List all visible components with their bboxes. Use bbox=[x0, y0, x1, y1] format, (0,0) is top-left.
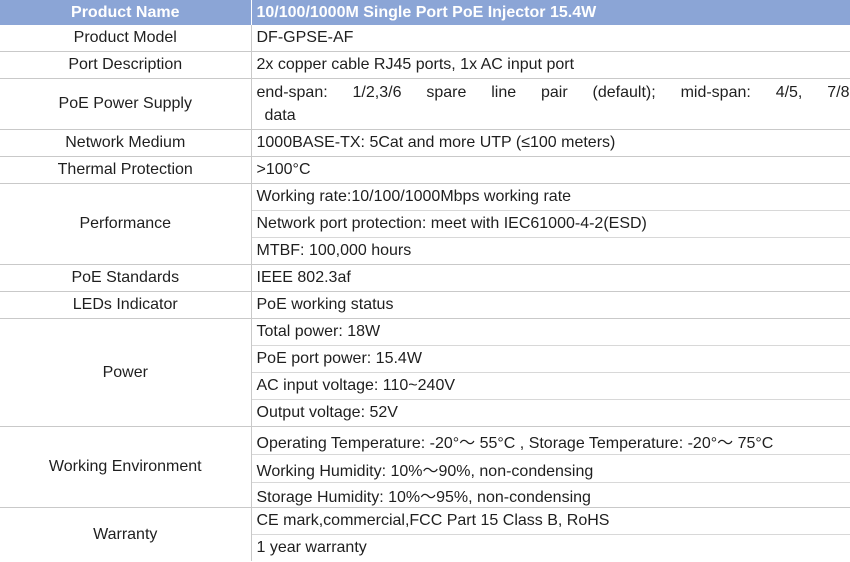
row-label-leds: LEDs Indicator bbox=[0, 291, 252, 319]
header-product-title: 10/100/1000M Single Port PoE Injector 15… bbox=[251, 0, 850, 25]
spec-table: Product Name 10/100/1000M Single Port Po… bbox=[0, 0, 850, 561]
row-value-power-4: Output voltage: 52V bbox=[251, 399, 850, 427]
table-row: Port Description 2x copper cable RJ45 po… bbox=[0, 51, 850, 79]
row-value-power-2: PoE port power: 15.4W bbox=[251, 345, 850, 373]
header-row: Product Name 10/100/1000M Single Port Po… bbox=[0, 0, 850, 25]
row-value-power-1: Total power: 18W bbox=[251, 318, 850, 346]
table-row: PoE Power Supply end-span: 1/2,3/6 spare… bbox=[0, 78, 850, 130]
row-label-ports: Port Description bbox=[0, 51, 252, 79]
row-value-medium: 1000BASE-TX: 5Cat and more UTP (≤100 met… bbox=[251, 129, 850, 157]
row-value-ports: 2x copper cable RJ45 ports, 1x AC input … bbox=[251, 51, 850, 79]
table-row: Warranty CE mark,commercial,FCC Part 15 … bbox=[0, 507, 850, 561]
table-row: Thermal Protection >100°C bbox=[0, 156, 850, 184]
poe-supply-line2: data bbox=[264, 107, 296, 124]
row-value-performance-1: Working rate:10/100/1000Mbps working rat… bbox=[251, 183, 850, 211]
row-label-environment: Working Environment bbox=[0, 426, 252, 508]
table-row: Network Medium 1000BASE-TX: 5Cat and mor… bbox=[0, 129, 850, 157]
row-label-model: Product Model bbox=[0, 25, 252, 52]
row-value-warranty-1: CE mark,commercial,FCC Part 15 Class B, … bbox=[251, 507, 850, 535]
table-row: Working Environment Operating Temperatur… bbox=[0, 426, 850, 508]
header-product-name: Product Name bbox=[0, 0, 252, 25]
row-value-environment-1: Operating Temperature: -20°～ 55°C , Stor… bbox=[251, 426, 850, 455]
table-row: Product Model DF-GPSE-AF bbox=[0, 25, 850, 52]
row-value-performance-3: MTBF: 100,000 hours bbox=[251, 237, 850, 265]
row-value-power-3: AC input voltage: 110~240V bbox=[251, 372, 850, 400]
table-row: Performance Working rate:10/100/1000Mbps… bbox=[0, 183, 850, 265]
row-value-thermal: >100°C bbox=[251, 156, 850, 184]
row-label-power: Power bbox=[0, 318, 252, 427]
row-label-standards: PoE Standards bbox=[0, 264, 252, 292]
row-value-environment-2: Working Humidity: 10%～90%, non-condensin… bbox=[251, 454, 850, 483]
poe-supply-line1: end-span: 1/2,3/6 spare line pair (defau… bbox=[256, 84, 850, 101]
row-value-warranty-2: 1 year warranty bbox=[256, 539, 367, 556]
row-value-environment-3: Storage Humidity: 10%～95%, non-condensin… bbox=[251, 482, 850, 508]
row-label-warranty: Warranty bbox=[0, 507, 252, 561]
table-row: Power Total power: 18W bbox=[0, 318, 850, 427]
row-label-medium: Network Medium bbox=[0, 129, 252, 157]
table-row: PoE Standards IEEE 802.3af bbox=[0, 264, 850, 292]
row-value-leds: PoE working status bbox=[251, 291, 850, 319]
row-label-poe-supply: PoE Power Supply bbox=[0, 78, 252, 130]
row-value-poe-supply: end-span: 1/2,3/6 spare line pair (defau… bbox=[251, 78, 850, 130]
row-label-performance: Performance bbox=[0, 183, 252, 265]
row-value-model: DF-GPSE-AF bbox=[251, 25, 850, 52]
table-row: LEDs Indicator PoE working status bbox=[0, 291, 850, 319]
row-label-thermal: Thermal Protection bbox=[0, 156, 252, 184]
row-value-performance-2: Network port protection: meet with IEC61… bbox=[251, 210, 850, 238]
row-value-standards: IEEE 802.3af bbox=[251, 264, 850, 292]
